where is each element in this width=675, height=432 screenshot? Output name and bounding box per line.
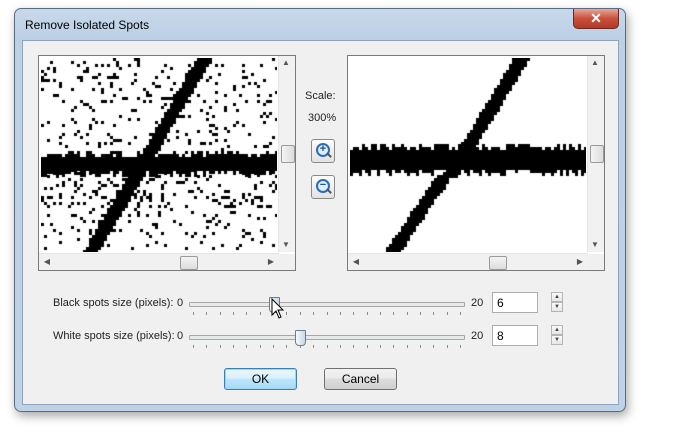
slider-tick xyxy=(353,345,355,348)
slider-tick xyxy=(393,312,395,315)
spin-up-icon[interactable]: ▲ xyxy=(551,325,563,335)
white-spots-slider[interactable] xyxy=(189,330,465,353)
original-preview[interactable]: ▲ ▼ ◀ ▶ xyxy=(38,55,296,271)
slider-tick xyxy=(246,312,248,315)
slider-tick xyxy=(286,345,288,348)
slider-tick xyxy=(460,312,461,315)
slider-tick xyxy=(299,312,301,315)
slider-tick xyxy=(206,312,208,315)
scale-value: 300% xyxy=(308,112,337,124)
scroll-corner xyxy=(588,254,604,270)
slider-tick xyxy=(193,345,194,348)
original-vertical-scrollbar[interactable]: ▲ ▼ xyxy=(278,56,295,252)
zoom-in-button[interactable]: + xyxy=(311,139,335,163)
slider-tick xyxy=(460,345,461,348)
slider-tick xyxy=(206,345,208,348)
slider-tick xyxy=(366,345,368,348)
slider-tick xyxy=(406,312,408,315)
spin-up-icon[interactable]: ▲ xyxy=(551,292,563,302)
horizontal-scroll-thumb[interactable] xyxy=(180,256,198,270)
dialog-client-area: ▲ ▼ ◀ ▶ Scale: 300% + − ▲ ▼ ◀ ▶ Black sp… xyxy=(22,40,619,405)
slider-tick xyxy=(273,345,275,348)
slider-tick xyxy=(406,345,408,348)
black-spots-max: 20 xyxy=(471,297,484,309)
scroll-left-icon[interactable]: ◀ xyxy=(40,257,54,267)
slider-ticks xyxy=(189,345,465,349)
scroll-right-icon[interactable]: ▶ xyxy=(573,257,587,267)
slider-tick xyxy=(313,312,315,315)
slider-tick xyxy=(339,345,341,348)
remove-isolated-spots-dialog: Remove Isolated Spots ✕ ▲ ▼ ◀ ▶ Scale: 3… xyxy=(14,8,626,412)
slider-tick xyxy=(193,312,194,315)
original-image xyxy=(41,58,277,252)
slider-tick xyxy=(233,312,235,315)
white-spots-min: 0 xyxy=(177,330,184,342)
scroll-up-icon[interactable]: ▲ xyxy=(588,58,602,68)
result-horizontal-scrollbar[interactable]: ◀ ▶ xyxy=(348,253,588,270)
scroll-left-icon[interactable]: ◀ xyxy=(349,257,363,267)
scroll-down-icon[interactable]: ▼ xyxy=(588,240,602,250)
slider-tick xyxy=(446,312,448,315)
close-icon: ✕ xyxy=(590,10,602,26)
vertical-scroll-thumb[interactable] xyxy=(590,145,604,163)
slider-tick xyxy=(379,345,381,348)
slider-tick xyxy=(219,345,221,348)
slider-tick xyxy=(219,312,221,315)
black-spots-min: 0 xyxy=(177,297,184,309)
slider-tick xyxy=(326,312,328,315)
slider-track xyxy=(189,335,465,340)
result-preview[interactable]: ▲ ▼ ◀ ▶ xyxy=(347,55,605,271)
black-spots-spinner[interactable]: ▲ ▼ xyxy=(551,292,563,314)
slider-tick xyxy=(286,312,288,315)
black-spots-label: Black spots size (pixels): xyxy=(53,297,174,309)
slider-tick xyxy=(433,345,435,348)
black-spots-slider[interactable] xyxy=(189,297,465,320)
slider-tick xyxy=(419,312,421,315)
slider-thumb[interactable] xyxy=(295,330,306,346)
white-spots-max: 20 xyxy=(471,330,484,342)
slider-tick xyxy=(446,345,448,348)
slider-track xyxy=(189,302,465,307)
cancel-button[interactable]: Cancel xyxy=(324,368,397,390)
zoom-out-button[interactable]: − xyxy=(311,175,335,199)
slider-tick xyxy=(313,345,315,348)
slider-ticks xyxy=(189,312,465,316)
result-vertical-scrollbar[interactable]: ▲ ▼ xyxy=(587,56,604,252)
scroll-down-icon[interactable]: ▼ xyxy=(279,240,293,250)
slider-tick xyxy=(326,345,328,348)
slider-tick xyxy=(259,345,261,348)
slider-tick xyxy=(393,345,395,348)
slider-tick xyxy=(246,345,248,348)
original-horizontal-scrollbar[interactable]: ◀ ▶ xyxy=(39,253,279,270)
slider-tick xyxy=(259,312,261,315)
result-image xyxy=(350,58,586,252)
mouse-cursor-icon xyxy=(271,298,285,319)
scroll-up-icon[interactable]: ▲ xyxy=(279,58,293,68)
slider-tick xyxy=(339,312,341,315)
window-title: Remove Isolated Spots xyxy=(25,18,150,32)
scale-label: Scale: xyxy=(305,90,336,102)
scroll-right-icon[interactable]: ▶ xyxy=(264,257,278,267)
black-spots-input[interactable]: 6 xyxy=(492,292,538,313)
white-spots-input[interactable]: 8 xyxy=(492,325,538,346)
spin-down-icon[interactable]: ▼ xyxy=(551,302,563,312)
ok-button[interactable]: OK xyxy=(224,368,297,390)
slider-tick xyxy=(379,312,381,315)
white-spots-label: White spots size (pixels): xyxy=(53,330,175,342)
slider-tick xyxy=(419,345,421,348)
slider-tick xyxy=(366,312,368,315)
horizontal-scroll-thumb[interactable] xyxy=(489,256,507,270)
slider-tick xyxy=(353,312,355,315)
slider-tick xyxy=(233,345,235,348)
white-spots-spinner[interactable]: ▲ ▼ xyxy=(551,325,563,347)
spin-down-icon[interactable]: ▼ xyxy=(551,335,563,345)
slider-tick xyxy=(433,312,435,315)
close-button[interactable]: ✕ xyxy=(573,9,619,29)
scroll-corner xyxy=(279,254,295,270)
vertical-scroll-thumb[interactable] xyxy=(281,145,295,163)
